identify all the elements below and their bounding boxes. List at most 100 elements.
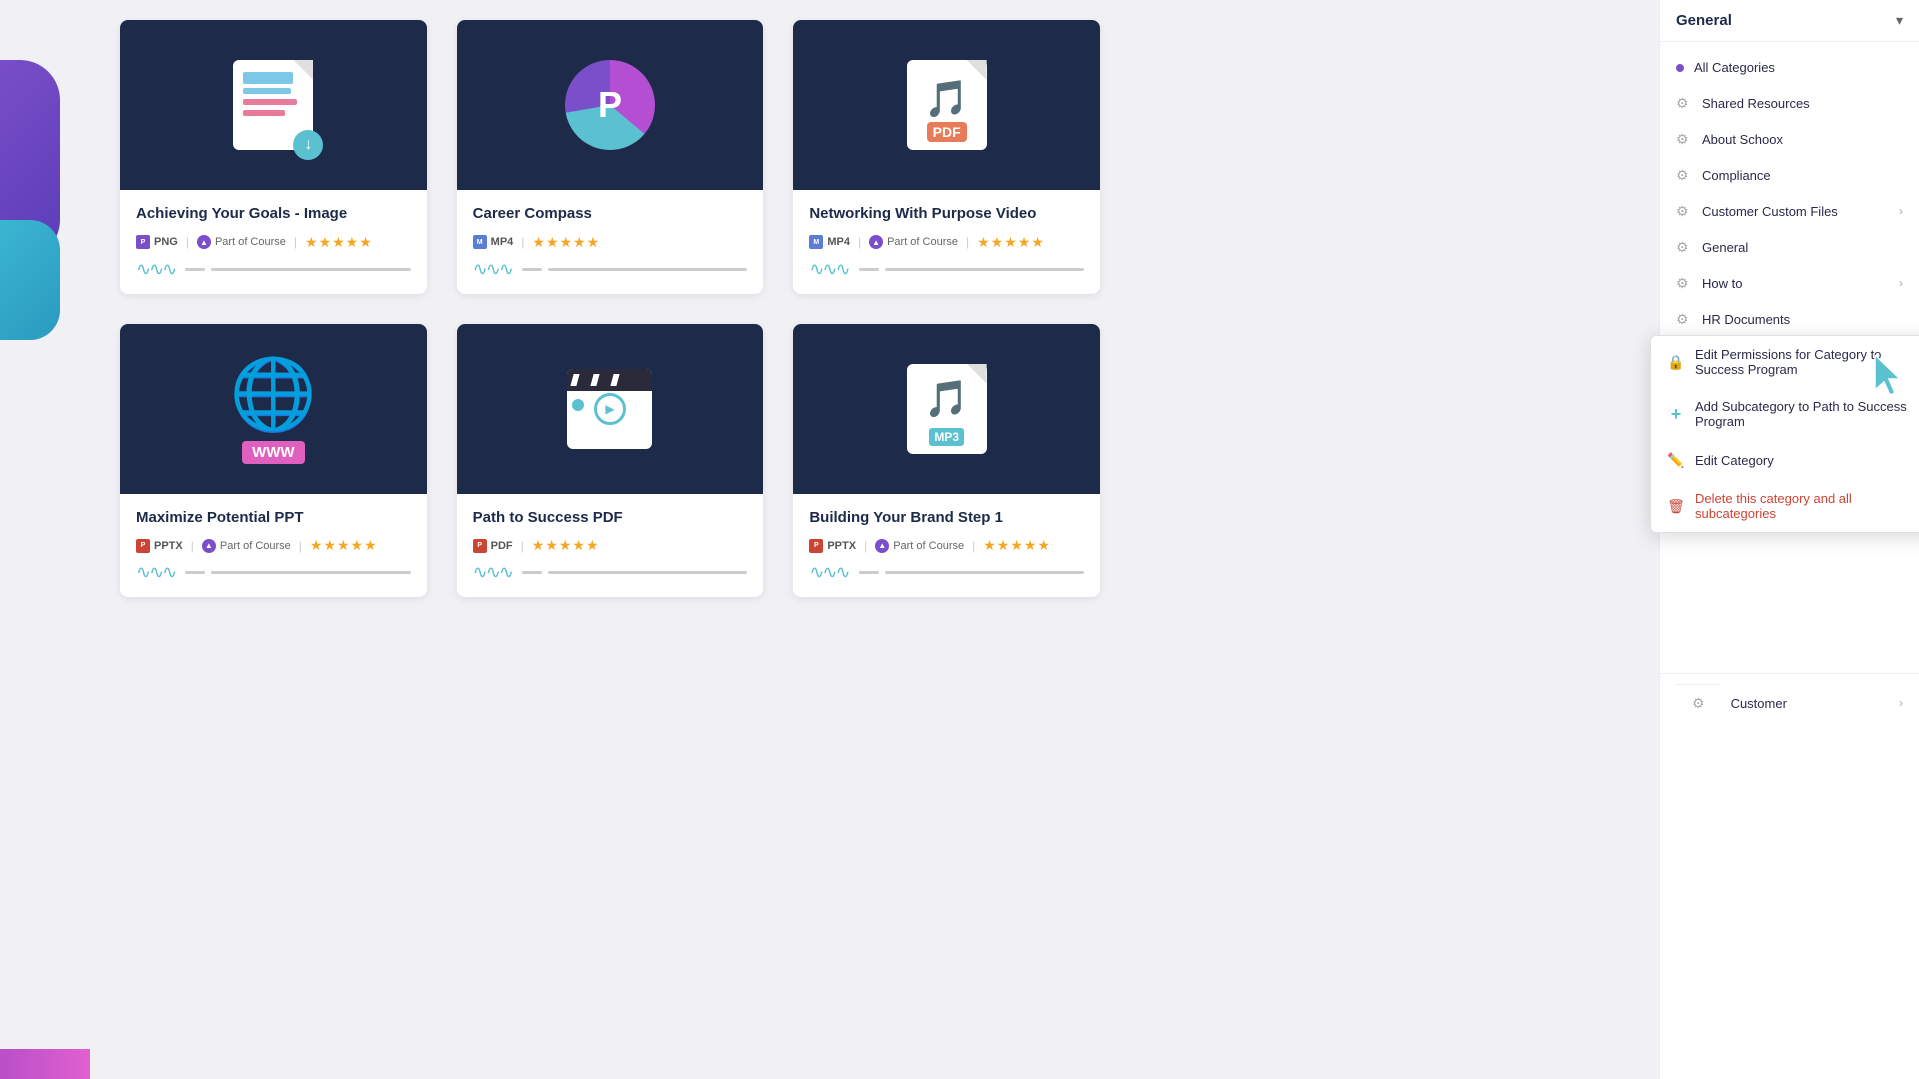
gear-icon-compliance: ⚙ — [1676, 167, 1692, 183]
context-menu-edit-category-label: Edit Category — [1695, 453, 1774, 468]
card-title-1: Achieving Your Goals - Image — [136, 204, 411, 224]
sidebar-item-how-to[interactable]: ⚙ How to › — [1660, 265, 1919, 301]
card-meta-1: P PNG | ▲ Part of Course | ★★★★★ — [136, 234, 411, 251]
file-type-5: P PDF — [473, 539, 513, 553]
context-menu-add-subcategory-label: Add Subcategory to Path to Success Progr… — [1695, 399, 1919, 429]
file-type-6: P PPTX — [809, 539, 856, 553]
nav-label-hr: HR Documents — [1702, 312, 1903, 327]
stars-6: ★★★★★ — [983, 537, 1051, 554]
part-of-course-4: ▲ Part of Course — [202, 539, 291, 553]
card-thumbnail-2: P — [457, 20, 764, 190]
card-path-success[interactable]: ▶ Path to Success PDF P PDF | ★★★★★ ∿∿∿ — [457, 324, 764, 598]
progress-bar-1 — [185, 268, 410, 271]
gear-icon-customer: ⚙ — [1676, 203, 1692, 219]
card-grid: ↓ Achieving Your Goals - Image P PNG | ▲… — [120, 20, 1100, 597]
progress-row-6: ∿∿∿ — [809, 562, 1084, 583]
play-button[interactable]: ▶ — [594, 393, 626, 425]
wavy-5: ∿∿∿ — [473, 562, 512, 583]
card-body-4: Maximize Potential PPT P PPTX | ▲ Part o… — [120, 494, 427, 598]
context-menu-delete-label: Delete this category and all subcategori… — [1695, 491, 1919, 521]
part-of-course-3: ▲ Part of Course — [869, 235, 958, 249]
mp3-doc-icon: 🎵 MP3 — [907, 364, 987, 454]
sidebar-item-customer-custom-files[interactable]: ⚙ Customer Custom Files › — [1660, 193, 1919, 229]
gear-icon-about: ⚙ — [1676, 131, 1692, 147]
file-icon-pptx-6: P — [809, 539, 823, 553]
sidebar-item-hr-documents[interactable]: ⚙ HR Documents — [1660, 301, 1919, 337]
card-body-3: Networking With Purpose Video M MP4 | ▲ … — [793, 190, 1100, 294]
stars-5: ★★★★★ — [532, 537, 600, 554]
progress-bar-5 — [522, 571, 747, 574]
nav-dot-icon — [1676, 64, 1684, 72]
left-decoration — [0, 0, 90, 1079]
file-type-3: M MP4 — [809, 235, 850, 249]
nav-label-general: General — [1702, 240, 1903, 255]
lock-icon: 🔒 — [1667, 353, 1685, 371]
sidebar-item-compliance[interactable]: ⚙ Compliance — [1660, 157, 1919, 193]
card-meta-6: P PPTX | ▲ Part of Course | ★★★★★ — [809, 537, 1084, 554]
gear-icon-customer-bottom: ⚙ — [1676, 684, 1721, 722]
gear-icon-howto: ⚙ — [1676, 275, 1692, 291]
wavy-2: ∿∿∿ — [473, 259, 512, 280]
card-achieving-goals[interactable]: ↓ Achieving Your Goals - Image P PNG | ▲… — [120, 20, 427, 294]
card-title-3: Networking With Purpose Video — [809, 204, 1084, 224]
context-menu-add-subcategory[interactable]: + Add Subcategory to Path to Success Pro… — [1651, 388, 1919, 440]
progress-bar-4 — [185, 571, 410, 574]
sidebar-item-about-schoox[interactable]: ⚙ About Schoox — [1660, 121, 1919, 157]
course-icon-3: ▲ — [869, 235, 883, 249]
card-body-6: Building Your Brand Step 1 P PPTX | ▲ Pa… — [793, 494, 1100, 598]
progress-bar-6 — [859, 571, 1084, 574]
context-menu-edit-permissions-label: Edit Permissions for Category to Success… — [1695, 347, 1919, 377]
file-icon-png: P — [136, 235, 150, 249]
sidebar-header[interactable]: General ▾ — [1660, 0, 1919, 42]
arrow-icon-customer: › — [1899, 204, 1903, 218]
arrow-icon-howto: › — [1899, 276, 1903, 290]
card-meta-3: M MP4 | ▲ Part of Course | ★★★★★ — [809, 234, 1084, 251]
nav-label-shared: Shared Resources — [1702, 96, 1903, 111]
context-menu-edit-permissions[interactable]: 🔒 Edit Permissions for Category to Succe… — [1651, 336, 1919, 388]
file-icon-mp4-3: M — [809, 235, 823, 249]
file-icon-mp4-2: M — [473, 235, 487, 249]
download-arrow: ↓ — [293, 130, 323, 160]
card-title-5: Path to Success PDF — [473, 508, 748, 528]
arrow-icon-customer-bottom: › — [1899, 696, 1903, 710]
progress-row-2: ∿∿∿ — [473, 259, 748, 280]
sidebar-item-general[interactable]: ⚙ General — [1660, 229, 1919, 265]
sidebar-item-all-categories[interactable]: All Categories — [1660, 50, 1919, 85]
card-thumbnail-1: ↓ — [120, 20, 427, 190]
course-icon-1: ▲ — [197, 235, 211, 249]
sidebar-item-shared-resources[interactable]: ⚙ Shared Resources — [1660, 85, 1919, 121]
main-content: ↓ Achieving Your Goals - Image P PNG | ▲… — [90, 0, 1659, 1079]
stars-1: ★★★★★ — [305, 234, 373, 251]
nav-label-customer: Customer Custom Files — [1702, 204, 1899, 219]
card-career-compass[interactable]: P Career Compass M MP4 | ★★★★★ ∿∿∿ — [457, 20, 764, 294]
doc-icon-1: ↓ — [233, 60, 313, 150]
card-body-2: Career Compass M MP4 | ★★★★★ ∿∿∿ — [457, 190, 764, 294]
file-icon-pptx-4: P — [136, 539, 150, 553]
card-networking[interactable]: 🎵 PDF Networking With Purpose Video M MP… — [793, 20, 1100, 294]
card-meta-5: P PDF | ★★★★★ — [473, 537, 748, 554]
sidebar-bottom-label: Customer — [1731, 696, 1787, 711]
progress-row-3: ∿∿∿ — [809, 259, 1084, 280]
context-menu-delete-category[interactable]: 🗑 Delete this category and all subcatego… — [1651, 480, 1919, 532]
progress-bar-2 — [522, 268, 747, 271]
progress-row-5: ∿∿∿ — [473, 562, 748, 583]
card-thumbnail-5: ▶ — [457, 324, 764, 494]
card-building-brand[interactable]: 🎵 MP3 Building Your Brand Step 1 P PPTX … — [793, 324, 1100, 598]
pdf-doc-icon: 🎵 PDF — [907, 60, 987, 150]
sidebar: General ▾ All Categories ⚙ Shared Resour… — [1659, 0, 1919, 1079]
course-icon-6: ▲ — [875, 539, 889, 553]
part-of-course-6: ▲ Part of Course — [875, 539, 964, 553]
stars-3: ★★★★★ — [977, 234, 1045, 251]
sidebar-item-customer-bottom[interactable]: ⚙ Customer › — [1660, 673, 1919, 732]
context-menu-edit-category[interactable]: ✏️ Edit Category — [1651, 440, 1919, 480]
trash-icon: 🗑 — [1667, 497, 1685, 515]
nav-label-compliance: Compliance — [1702, 168, 1903, 183]
progress-row-1: ∿∿∿ — [136, 259, 411, 280]
card-title-2: Career Compass — [473, 204, 748, 224]
file-icon-pdf-5: P — [473, 539, 487, 553]
chevron-down-icon: ▾ — [1896, 12, 1903, 29]
stars-4: ★★★★★ — [310, 537, 378, 554]
card-maximize[interactable]: 🌐 WWW Maximize Potential PPT P PPTX | ▲ … — [120, 324, 427, 598]
wavy-4: ∿∿∿ — [136, 562, 175, 583]
context-menu: 🔒 Edit Permissions for Category to Succe… — [1650, 335, 1919, 533]
